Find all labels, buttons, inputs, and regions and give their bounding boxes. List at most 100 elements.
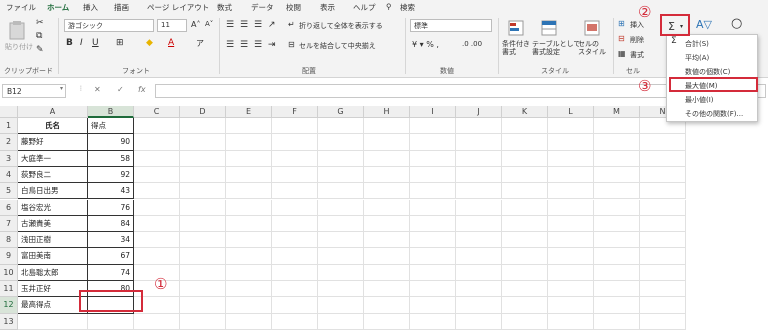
row-header[interactable]: 6 [0,199,18,216]
cell-b4[interactable]: 92 [88,166,134,184]
cell-a6[interactable]: 塩谷宏光 [18,199,88,216]
cell-g12[interactable] [318,297,364,314]
cell-a8[interactable]: 浅田正樹 [18,232,88,249]
cell-g11[interactable] [318,281,364,298]
column-header-k[interactable]: K [502,106,548,118]
cell-j8[interactable] [456,232,502,249]
cell-m3[interactable] [594,150,640,167]
paste-label[interactable]: 貼り付け [5,42,33,52]
delete-cells-icon[interactable]: ⊟ [618,34,625,43]
cell-m4[interactable] [594,166,640,184]
cell-m2[interactable] [594,134,640,151]
cell-l1[interactable] [548,118,594,135]
name-box[interactable]: B12 [2,84,66,98]
cell-f11[interactable] [272,281,318,298]
row-header[interactable]: 12 [0,297,18,314]
menu-page-layout[interactable]: ページ レイアウト [147,2,209,13]
cell-g8[interactable] [318,232,364,249]
row-header[interactable]: 5 [0,183,18,200]
cell-j12[interactable] [456,297,502,314]
cell-k1[interactable] [502,118,548,135]
copy-icon[interactable]: ⧉ [36,31,42,41]
cell-m5[interactable] [594,183,640,200]
cell-h8[interactable] [364,232,410,249]
cell-j4[interactable] [456,166,502,184]
column-header-c[interactable]: C [134,106,180,118]
cell-m13[interactable] [594,313,640,330]
cell-c1[interactable] [134,118,180,135]
font-size-select[interactable]: 11 [157,19,187,32]
top-align-icon[interactable]: ☰ [226,20,234,30]
conditional-format-icon[interactable] [508,20,524,36]
cell-h4[interactable] [364,166,410,184]
row-header[interactable]: 9 [0,248,18,265]
cell-i7[interactable] [410,215,456,233]
row-header[interactable]: 4 [0,166,18,184]
cell-i11[interactable] [410,281,456,298]
cell-k10[interactable] [502,264,548,281]
cell-c4[interactable] [134,166,180,184]
cell-c5[interactable] [134,183,180,200]
cell-b3[interactable]: 58 [88,150,134,167]
cell-e1[interactable] [226,118,272,135]
format-cells-button[interactable]: 書式 [630,50,644,60]
cell-i5[interactable] [410,183,456,200]
cell-a13[interactable] [18,313,88,330]
cell-b10[interactable]: 74 [88,264,134,281]
cell-b9[interactable]: 67 [88,248,134,265]
cell-h7[interactable] [364,215,410,233]
cell-i13[interactable] [410,313,456,330]
cell-styles-icon[interactable] [584,20,600,36]
cell-e13[interactable] [226,313,272,330]
column-header-h[interactable]: H [364,106,410,118]
column-header-b[interactable]: B [88,106,134,118]
row-header[interactable]: 8 [0,232,18,249]
row-header[interactable]: 13 [0,313,18,330]
cell-k3[interactable] [502,150,548,167]
cell-d11[interactable] [180,281,226,298]
cell-c9[interactable] [134,248,180,265]
row-header[interactable]: 2 [0,134,18,151]
number-format-select[interactable]: 標準 [410,19,492,32]
decimal-icon[interactable]: .0 .00 [462,40,482,48]
enter-icon[interactable]: ✓ [117,85,124,94]
cell-m11[interactable] [594,281,640,298]
column-header-d[interactable]: D [180,106,226,118]
cell-h12[interactable] [364,297,410,314]
cell-e5[interactable] [226,183,272,200]
cell-h9[interactable] [364,248,410,265]
cell-b2[interactable]: 90 [88,134,134,151]
cell-h11[interactable] [364,281,410,298]
cell-g4[interactable] [318,166,364,184]
menu-item-count[interactable]: 数値の個数(C) [685,67,730,77]
cell-j6[interactable] [456,199,502,216]
cell-n10[interactable] [640,264,686,281]
cell-g2[interactable] [318,134,364,151]
cell-l12[interactable] [548,297,594,314]
cell-j9[interactable] [456,248,502,265]
cell-e8[interactable] [226,232,272,249]
cell-c8[interactable] [134,232,180,249]
conditional-format-button[interactable]: 条件付き 書式 [502,40,530,56]
cell-e6[interactable] [226,199,272,216]
cell-e7[interactable] [226,215,272,233]
cell-k11[interactable] [502,281,548,298]
cell-n7[interactable] [640,215,686,233]
cell-l6[interactable] [548,199,594,216]
cell-b6[interactable]: 76 [88,199,134,216]
cell-i10[interactable] [410,264,456,281]
format-as-table-button[interactable]: テーブルとして 書式設定 [532,40,580,56]
merge-icon[interactable]: ⊟ [288,40,295,49]
cell-n8[interactable] [640,232,686,249]
cell-k2[interactable] [502,134,548,151]
cell-a10[interactable]: 北島聡太郎 [18,264,88,281]
menu-review[interactable]: 校閲 [286,2,301,13]
cell-b13[interactable] [88,313,134,330]
cell-h10[interactable] [364,264,410,281]
cell-f2[interactable] [272,134,318,151]
search-icon[interactable]: ⚲ [386,2,392,11]
italic-icon[interactable]: I [80,38,83,48]
cell-b7[interactable]: 84 [88,215,134,233]
menu-view[interactable]: 表示 [320,2,335,13]
cell-e4[interactable] [226,166,272,184]
